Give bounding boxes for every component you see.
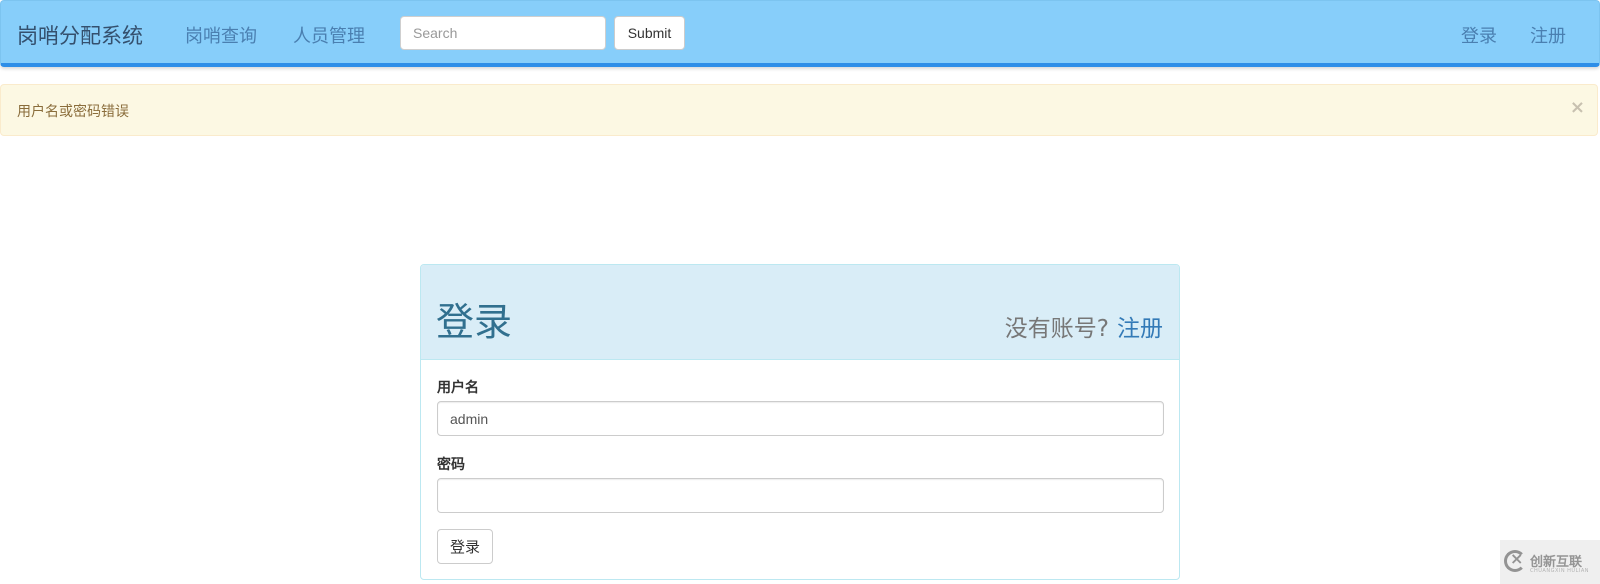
nav-register-link[interactable]: 注册: [1530, 22, 1566, 48]
nav-link-personnel[interactable]: 人员管理: [293, 22, 365, 48]
search-submit-button[interactable]: Submit: [614, 16, 685, 50]
panel-heading: 登录 没有账号? 注册: [421, 265, 1179, 360]
search-input[interactable]: [400, 16, 606, 50]
close-icon[interactable]: ×: [1570, 97, 1585, 118]
login-panel: 登录 没有账号? 注册 用户名 密码 登录: [420, 264, 1180, 580]
alert-message: 用户名或密码错误: [17, 104, 129, 120]
register-link[interactable]: 注册: [1117, 316, 1163, 342]
error-alert: 用户名或密码错误 ×: [0, 84, 1598, 136]
username-input[interactable]: [437, 401, 1164, 436]
login-button[interactable]: 登录: [437, 529, 493, 564]
password-input[interactable]: [437, 478, 1164, 513]
no-account-text: 没有账号?: [1004, 316, 1109, 342]
password-label: 密码: [437, 457, 465, 473]
watermark-subtext: CHUANGXIN HULIAN: [1530, 568, 1590, 574]
panel-title: 登录: [436, 300, 513, 344]
nav-login-link[interactable]: 登录: [1461, 22, 1497, 48]
username-label: 用户名: [437, 380, 479, 396]
brand-link[interactable]: 岗哨分配系统: [17, 20, 143, 50]
watermark: 创新互联 CHUANGXIN HULIAN: [1500, 540, 1600, 584]
watermark-logo-icon: [1504, 549, 1526, 572]
navbar: 岗哨分配系统 岗哨查询 人员管理 Submit 登录 注册: [0, 0, 1600, 67]
no-account-prompt: 没有账号? 注册: [1005, 309, 1163, 343]
nav-link-post-query[interactable]: 岗哨查询: [185, 22, 257, 48]
